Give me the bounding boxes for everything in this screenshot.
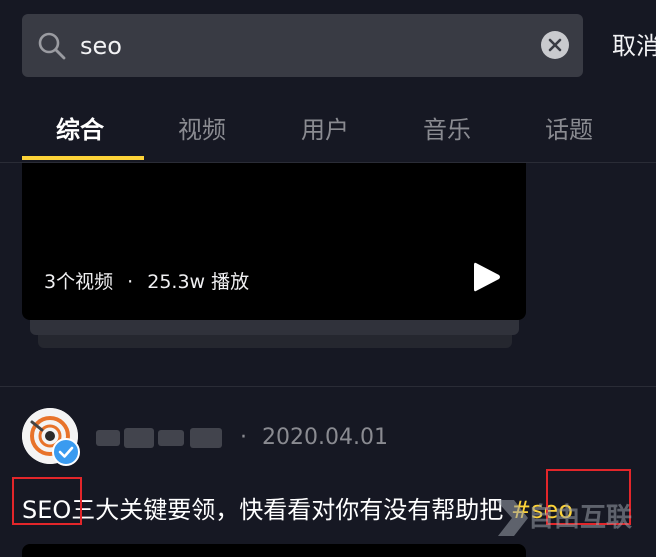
caption-text: 三大关键要领，快看看对你有没有帮助把 <box>71 496 504 524</box>
next-video-card[interactable] <box>22 544 526 557</box>
tab-music[interactable]: 音乐 <box>423 110 471 145</box>
meta-separator: · <box>127 271 134 293</box>
tab-topics[interactable]: 话题 <box>545 110 593 145</box>
collection-video-card[interactable]: 3个视频 · 25.3w 播放 <box>22 163 526 320</box>
cancel-button[interactable]: 取消 <box>612 26 656 61</box>
clear-search-icon[interactable] <box>541 31 569 59</box>
post-caption[interactable]: SEO三大关键要领，快看看对你有没有帮助把 #seo <box>22 490 573 525</box>
video-count: 3个视频 <box>44 271 114 293</box>
tab-bar: 综合 视频 用户 音乐 话题 <box>0 100 656 162</box>
search-input[interactable] <box>80 24 520 68</box>
play-icon[interactable] <box>470 259 504 295</box>
verified-badge-icon <box>52 438 80 466</box>
play-count: 25.3w 播放 <box>147 271 250 293</box>
svg-text:自由互联: 自由互联 <box>528 502 632 533</box>
search-bar[interactable] <box>22 14 583 77</box>
watermark-logo: 自由互联 <box>494 492 644 538</box>
highlight-box-seo <box>12 477 82 525</box>
blur-block <box>96 430 120 446</box>
active-tab-indicator <box>22 156 144 160</box>
blur-block <box>158 430 184 446</box>
username-blurred[interactable] <box>94 424 224 452</box>
video-meta: 3个视频 · 25.3w 播放 <box>44 267 249 294</box>
post-date: · 2020.04.01 <box>240 425 388 450</box>
date-separator: · <box>240 425 247 450</box>
divider <box>0 386 656 387</box>
tab-comprehensive[interactable]: 综合 <box>56 110 104 145</box>
blur-block <box>124 428 154 448</box>
search-icon <box>38 32 66 60</box>
tab-videos[interactable]: 视频 <box>178 110 226 145</box>
date-value: 2020.04.01 <box>262 425 388 450</box>
blur-block <box>190 428 222 448</box>
tab-users[interactable]: 用户 <box>301 110 349 145</box>
